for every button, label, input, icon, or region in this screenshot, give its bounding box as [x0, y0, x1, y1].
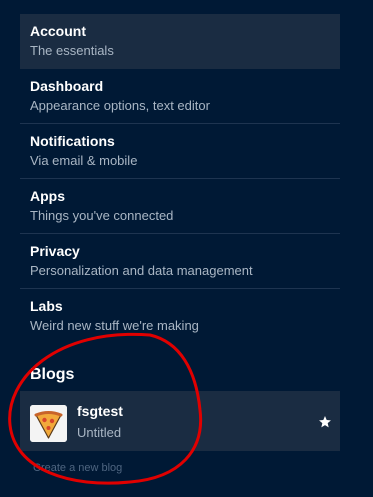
nav-item-title: Dashboard	[30, 78, 104, 94]
nav-item-dashboard[interactable]: Dashboard Appearance options, text edito…	[20, 69, 340, 124]
nav-item-subtitle: Via email & mobile	[30, 153, 138, 168]
nav-item-privacy[interactable]: Privacy Personalization and data managem…	[20, 234, 340, 289]
star-icon[interactable]	[318, 415, 332, 429]
blog-row-fsgtest[interactable]: fsgtest Untitled	[20, 391, 340, 451]
create-new-blog-link[interactable]: Create a new blog	[33, 461, 122, 475]
nav-item-title: Notifications	[30, 133, 115, 149]
nav-item-notifications[interactable]: Notifications Via email & mobile	[20, 124, 340, 179]
nav-item-subtitle: Weird new stuff we're making	[30, 318, 199, 333]
blog-name: fsgtest	[77, 403, 123, 419]
blog-title: Untitled	[77, 425, 122, 440]
blogs-heading: Blogs	[30, 366, 75, 383]
nav-item-title: Labs	[30, 298, 63, 314]
blog-avatar	[30, 405, 67, 442]
pizza-slice-icon	[30, 405, 67, 442]
nav-item-title: Apps	[30, 188, 65, 204]
settings-nav: Account The essentials Dashboard Appeara…	[20, 14, 340, 344]
nav-item-labs[interactable]: Labs Weird new stuff we're making	[20, 289, 340, 344]
nav-item-apps[interactable]: Apps Things you've connected	[20, 179, 340, 234]
nav-item-account[interactable]: Account The essentials	[20, 14, 340, 69]
nav-item-subtitle: Personalization and data management	[30, 263, 253, 278]
nav-item-subtitle: Appearance options, text editor	[30, 98, 210, 113]
nav-item-title: Privacy	[30, 243, 80, 259]
nav-item-title: Account	[30, 23, 86, 39]
nav-item-subtitle: Things you've connected	[30, 208, 174, 223]
nav-item-subtitle: The essentials	[30, 43, 114, 58]
